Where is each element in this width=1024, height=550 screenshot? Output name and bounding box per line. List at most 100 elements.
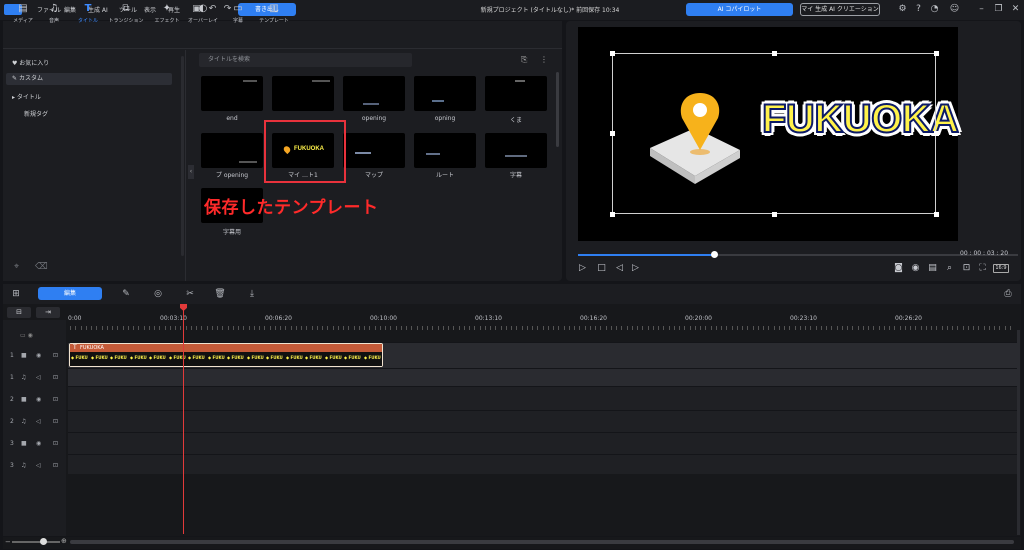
resize-handle[interactable] <box>772 212 777 217</box>
lock-icon[interactable]: ⊡ <box>53 374 58 381</box>
track-row-audio-3[interactable] <box>68 454 1018 474</box>
template-thumb-opning[interactable] <box>414 76 476 111</box>
restore-icon[interactable]: ❐ <box>993 4 1004 15</box>
ai-creation-button[interactable]: マイ 生成 AI クリエーション <box>800 3 880 16</box>
tab-subtitle[interactable]: ▭ 字幕 <box>220 2 256 28</box>
lock-icon[interactable]: ⊡ <box>53 418 58 425</box>
clip-frame: ◆ FUKUOKA <box>247 355 264 360</box>
account-icon[interactable]: ☺ <box>949 4 960 15</box>
track-row-audio-2[interactable] <box>68 410 1018 432</box>
template-thumb-p-opening[interactable] <box>201 133 263 168</box>
ruler-tick <box>789 326 790 330</box>
speaker-icon[interactable]: ◁ <box>36 374 41 381</box>
zoom-in-icon[interactable]: ⊕ <box>61 537 67 545</box>
add-tag-icon[interactable]: ⌖ <box>14 262 19 272</box>
resize-handle[interactable] <box>934 212 939 217</box>
pen-icon[interactable]: ✎ <box>120 288 132 300</box>
more-icon[interactable]: ⋮ <box>540 55 548 64</box>
minimize-icon[interactable]: – <box>976 4 987 15</box>
template-thumb-map[interactable] <box>343 133 405 168</box>
aspect-ratio-button[interactable]: 16:9 <box>993 264 1009 273</box>
ruler-tick <box>705 326 706 330</box>
track-row-video-2[interactable] <box>68 386 1018 410</box>
layout-icon[interactable]: ⊞ <box>10 288 22 300</box>
template-label: ルート <box>435 172 454 179</box>
ruler-tick <box>459 326 460 330</box>
next-frame-icon[interactable]: ▷ <box>630 263 641 274</box>
speaker-icon[interactable]: ◁ <box>36 462 41 469</box>
resize-handle[interactable] <box>610 212 615 217</box>
collapse-sidebar-handle[interactable]: ‹ <box>188 165 194 179</box>
edit-button[interactable]: 編集 <box>38 287 102 300</box>
track-row-audio-1[interactable] <box>68 368 1018 386</box>
trash-icon[interactable]: 🗑 <box>214 288 226 300</box>
sidebar-item-title[interactable]: ▸ タイトル <box>6 92 172 104</box>
settings-icon[interactable]: ⚙ <box>897 4 908 15</box>
preview-quality-icon[interactable]: ◉ <box>910 263 921 274</box>
track-row-video-3[interactable] <box>68 432 1018 454</box>
zoom-icon[interactable]: ⌕ <box>944 263 955 274</box>
play-icon[interactable]: ▷ <box>577 263 588 274</box>
magnet-icon[interactable]: ⇥ <box>36 307 60 318</box>
lock-icon[interactable]: ⊡ <box>53 352 58 359</box>
resize-handle[interactable] <box>772 51 777 56</box>
playhead-line[interactable] <box>183 306 184 534</box>
fullscreen-icon[interactable]: ⛶ <box>977 263 988 274</box>
speaker-icon[interactable]: ◁ <box>36 418 41 425</box>
title-search-input[interactable]: タイトルを検索 <box>199 53 412 67</box>
timeline-horizontal-scrollbar[interactable] <box>70 540 1014 544</box>
close-icon[interactable]: ✕ <box>1010 4 1021 15</box>
tab-audio[interactable]: ♫ 音声 <box>36 2 72 28</box>
template-thumb-opening[interactable] <box>343 76 405 111</box>
tab-title[interactable]: T タイトル <box>70 2 106 28</box>
resize-handle[interactable] <box>610 51 615 56</box>
import-icon[interactable]: ⎘ <box>521 55 527 65</box>
resize-handle[interactable] <box>934 51 939 56</box>
delete-tag-icon[interactable]: ⌫ <box>35 262 48 272</box>
template-label: opning <box>434 115 456 122</box>
template-thumb-route[interactable] <box>414 133 476 168</box>
resize-handle[interactable] <box>934 131 939 136</box>
track-lock-all-icon[interactable]: ▭ ◉ <box>20 332 33 339</box>
zoom-slider-knob[interactable] <box>40 538 47 545</box>
sidebar-item-custom[interactable]: ✎ カスタム <box>6 73 172 85</box>
timeline-settings-icon[interactable]: ⎙ <box>1002 288 1014 300</box>
playback-progress-knob[interactable] <box>711 251 718 258</box>
ruler-tick <box>816 326 817 330</box>
selection-box[interactable] <box>612 53 936 214</box>
lock-icon[interactable]: ⊡ <box>53 440 58 447</box>
prev-frame-icon[interactable]: ◁ <box>614 263 625 274</box>
template-thumb-subtitle[interactable] <box>485 133 547 168</box>
sidebar-scrollbar[interactable] <box>181 56 184 256</box>
lock-icon[interactable]: ⊡ <box>53 396 58 403</box>
help-icon[interactable]: ? <box>913 4 924 15</box>
track-manager-icon[interactable]: ⊟ <box>7 307 31 318</box>
template-thumb[interactable] <box>272 76 334 111</box>
subtitle-toggle-icon[interactable]: ▤ <box>927 263 938 274</box>
marker-icon[interactable]: ⤓ <box>246 288 258 300</box>
tab-transition[interactable]: ⧉ トランジション <box>108 2 144 28</box>
snapshot-icon[interactable]: ◙ <box>893 263 904 274</box>
tab-template[interactable]: ▥ テンプレート <box>256 2 292 28</box>
tab-effect[interactable]: ✦ エフェクト <box>149 2 185 28</box>
sidebar-item-favorites[interactable]: ♥ お気に入り <box>6 58 172 70</box>
eye-icon[interactable]: ◉ <box>36 352 41 359</box>
tab-overlay[interactable]: ◐ オーバーレイ <box>185 2 221 28</box>
stop-icon[interactable]: □ <box>596 263 607 274</box>
timeline-vertical-scrollbar[interactable] <box>1017 330 1020 535</box>
grid-scrollbar[interactable] <box>556 72 559 147</box>
ai-copilot-button[interactable]: AI コパイロット <box>686 3 793 16</box>
lock-icon[interactable]: ⊡ <box>53 462 58 469</box>
template-thumb-kuma[interactable] <box>485 76 547 111</box>
eye-icon[interactable]: ◉ <box>36 396 41 403</box>
notification-icon[interactable]: ◔ <box>929 4 940 15</box>
speed-icon[interactable]: ◎ <box>152 288 164 300</box>
split-icon[interactable]: ✂ <box>184 288 196 300</box>
eye-icon[interactable]: ◉ <box>36 440 41 447</box>
zoom-slider-track[interactable] <box>12 541 60 543</box>
resize-handle[interactable] <box>610 131 615 136</box>
zoom-out-icon[interactable]: − <box>5 538 11 546</box>
sidebar-item-new-tag[interactable]: 新規タグ <box>6 109 172 121</box>
template-thumb-end[interactable] <box>201 76 263 111</box>
fit-icon[interactable]: ⊡ <box>961 263 972 274</box>
